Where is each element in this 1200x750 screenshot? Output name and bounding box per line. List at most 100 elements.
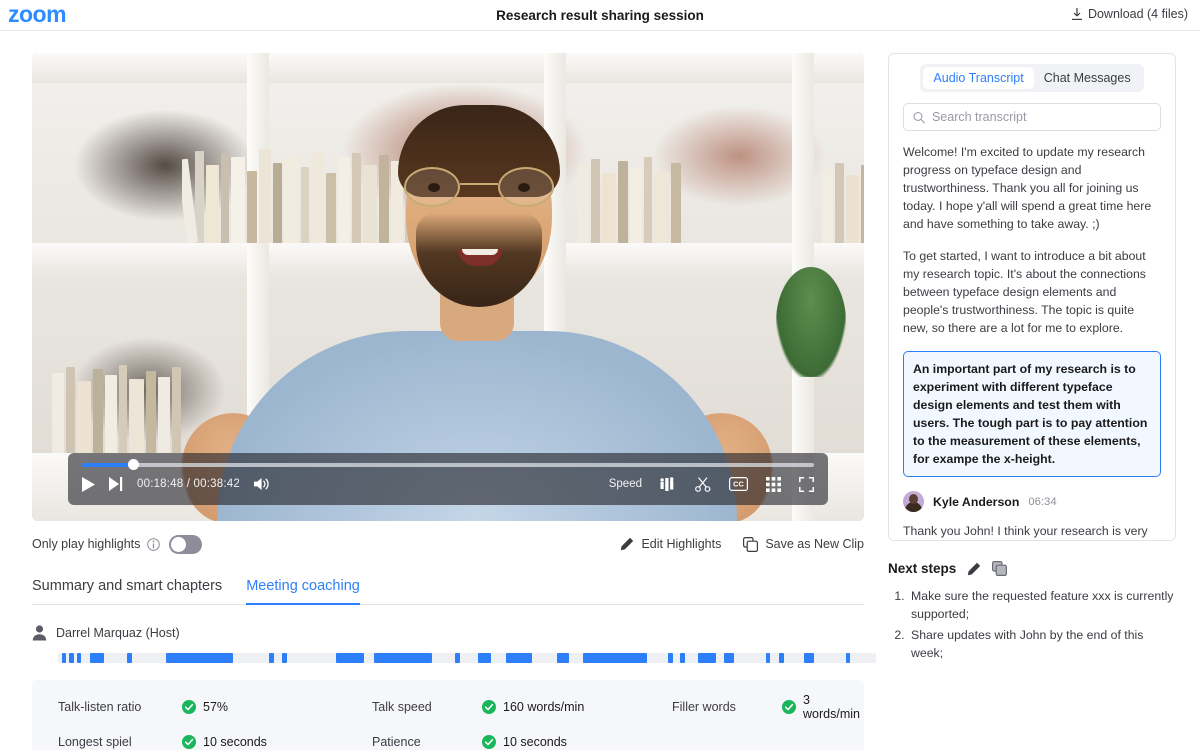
activity-segment <box>62 653 66 663</box>
meeting-coaching-panel: Darrel Marquaz (Host) Talk-listen ratio5… <box>32 625 888 750</box>
zoom-logo: zoom <box>8 1 66 28</box>
transcript-paragraph[interactable]: Thank you John! I think your research is… <box>903 522 1161 540</box>
player-controls[interactable]: 00:18:48 / 00:38:42 Speed <box>68 453 828 505</box>
person-icon <box>32 625 47 641</box>
progress-handle[interactable] <box>128 459 139 470</box>
video-frame-image <box>32 53 864 521</box>
tab-meeting-coaching[interactable]: Meeting coaching <box>246 578 360 605</box>
activity-segment <box>166 653 233 663</box>
speed-button[interactable]: Speed <box>609 478 642 490</box>
download-button[interactable]: Download (4 files) <box>1071 7 1188 21</box>
fullscreen-icon[interactable] <box>799 477 814 492</box>
only-play-highlights-label: Only play highlights <box>32 537 140 551</box>
main-content: 00:18:48 / 00:38:42 Speed <box>0 31 888 750</box>
page-title: Research result sharing session <box>0 8 1200 23</box>
audio-levels-icon[interactable] <box>660 477 677 492</box>
only-play-highlights-toggle[interactable] <box>169 535 202 554</box>
activity-segment <box>77 653 81 663</box>
closed-captions-icon[interactable]: CC <box>729 477 748 491</box>
toggle-knob <box>171 537 186 552</box>
activity-segment <box>724 653 734 663</box>
progress-track[interactable] <box>82 463 814 467</box>
search-input[interactable] <box>932 110 1151 124</box>
transcript-body[interactable]: Welcome! I'm excited to update my resear… <box>889 131 1175 540</box>
activity-segment <box>69 653 73 663</box>
transcript-panel: Audio Transcript Chat Messages Welcome! … <box>888 53 1176 541</box>
scissors-icon[interactable] <box>695 477 711 492</box>
metric-label: Talk speed <box>372 700 482 714</box>
metric-value: 10 seconds <box>182 735 372 749</box>
info-icon[interactable] <box>147 538 160 551</box>
check-circle-icon <box>482 700 496 714</box>
speaker-name: Darrel Marquaz (Host) <box>56 626 180 640</box>
activity-segment <box>455 653 460 663</box>
metric-value: 3 words/min <box>782 693 860 721</box>
progress-bar[interactable] <box>68 463 828 467</box>
skip-next-icon[interactable] <box>109 477 123 491</box>
pencil-icon[interactable] <box>967 562 981 576</box>
highlights-bar: Only play highlights Edit Highlights <box>32 526 864 562</box>
speaker-timestamp: 06:34 <box>1028 496 1056 508</box>
next-steps-list: Make sure the requested feature xxx is c… <box>908 587 1176 662</box>
metric-value: 10 seconds <box>482 735 672 749</box>
download-label: Download (4 files) <box>1088 7 1188 21</box>
next-steps-section: Next steps Make sure the requested featu… <box>888 561 1176 662</box>
activity-segment <box>698 653 716 663</box>
activity-segment <box>583 653 647 663</box>
speech-activity-timeline[interactable] <box>58 653 876 663</box>
activity-segment <box>282 653 287 663</box>
metric-label: Patience <box>372 735 482 749</box>
activity-segment <box>846 653 850 663</box>
activity-segment <box>478 653 490 663</box>
activity-segment <box>506 653 531 663</box>
copy-icon[interactable] <box>992 561 1007 576</box>
check-circle-icon <box>182 700 196 714</box>
save-as-new-clip-button[interactable]: Save as New Clip <box>743 537 864 552</box>
transcript-highlight[interactable]: An important part of my research is to e… <box>903 351 1161 477</box>
video-player[interactable]: 00:18:48 / 00:38:42 Speed <box>32 53 864 521</box>
metric-value: 160 words/min <box>482 700 672 714</box>
edit-highlights-button[interactable]: Edit Highlights <box>620 537 721 551</box>
next-step-item: Make sure the requested feature xxx is c… <box>908 587 1176 623</box>
play-icon[interactable] <box>82 477 95 492</box>
download-icon <box>1071 8 1083 21</box>
save-as-new-clip-label: Save as New Clip <box>765 537 864 551</box>
app-header: zoom Research result sharing session Dow… <box>0 0 1200 31</box>
next-steps-title: Next steps <box>888 561 956 576</box>
speaker-name: Kyle Anderson <box>933 495 1019 509</box>
next-step-item: Share updates with John by the end of th… <box>908 626 1176 662</box>
search-icon <box>913 111 925 124</box>
activity-segment <box>374 653 432 663</box>
tab-chat-messages[interactable]: Chat Messages <box>1034 67 1141 89</box>
activity-segment <box>336 653 364 663</box>
activity-segment <box>90 653 104 663</box>
time-display: 00:18:48 / 00:38:42 <box>137 478 240 490</box>
activity-segment <box>779 653 784 663</box>
activity-segment <box>127 653 132 663</box>
transcript-paragraph[interactable]: To get started, I want to introduce a bi… <box>903 247 1161 337</box>
volume-icon[interactable] <box>254 477 270 491</box>
svg-text:CC: CC <box>733 480 744 489</box>
coaching-metrics-grid: Talk-listen ratio57%Talk speed160 words/… <box>32 680 864 750</box>
transcript-paragraph[interactable]: Welcome! I'm excited to update my resear… <box>903 143 1161 233</box>
check-circle-icon <box>782 700 796 714</box>
metric-value: 57% <box>182 700 372 714</box>
activity-segment <box>804 653 814 663</box>
transcript-speaker-row: Kyle Anderson 06:34 <box>903 491 1161 512</box>
content-tabs: Summary and smart chapters Meeting coach… <box>32 578 864 605</box>
tab-summary-and-smart-chapters[interactable]: Summary and smart chapters <box>32 578 222 605</box>
grid-view-icon[interactable] <box>766 477 781 492</box>
progress-fill <box>82 463 133 467</box>
copy-icon <box>743 537 758 552</box>
speaker-row: Darrel Marquaz (Host) <box>32 625 888 641</box>
panel-tab-switcher: Audio Transcript Chat Messages <box>920 64 1143 92</box>
activity-segment <box>766 653 771 663</box>
search-transcript-box[interactable] <box>903 103 1161 131</box>
tab-audio-transcript[interactable]: Audio Transcript <box>923 67 1033 89</box>
edit-highlights-label: Edit Highlights <box>641 537 721 551</box>
metric-label: Talk-listen ratio <box>58 700 182 714</box>
metric-label: Longest spiel <box>58 735 182 749</box>
check-circle-icon <box>182 735 196 749</box>
activity-segment <box>557 653 569 663</box>
activity-segment <box>668 653 673 663</box>
